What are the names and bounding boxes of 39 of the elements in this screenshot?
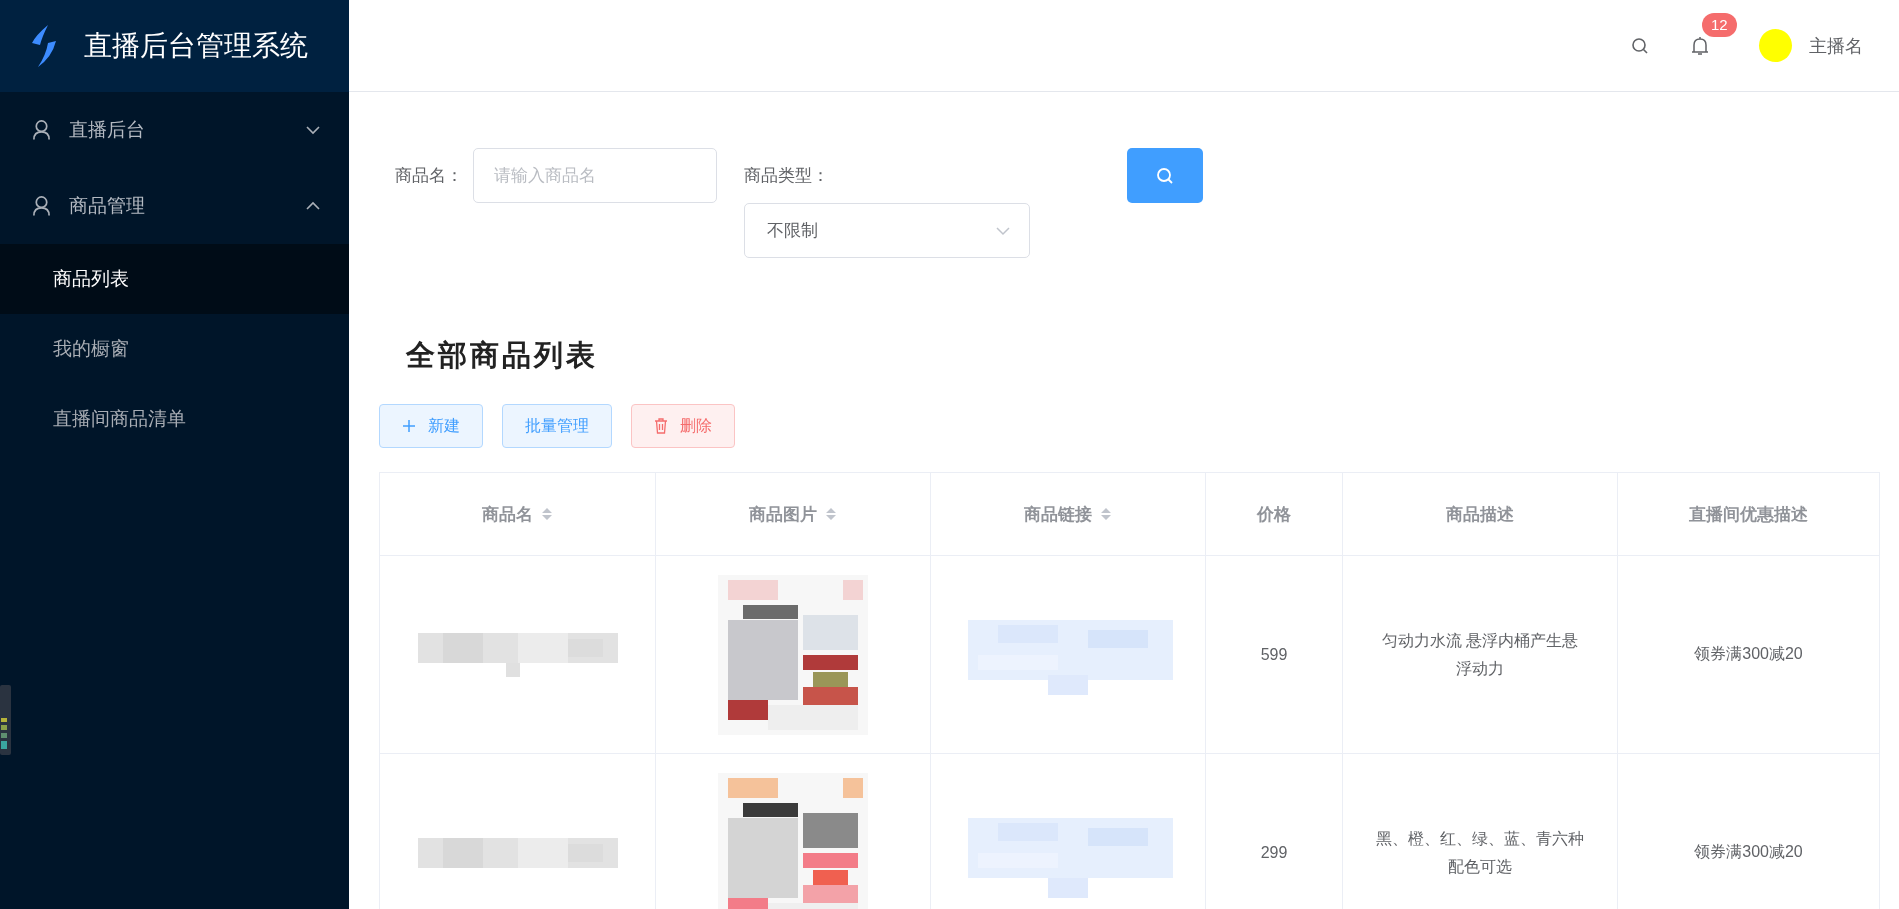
submenu-item[interactable]: 我的橱窗 — [0, 314, 349, 384]
type-select[interactable]: 不限制 — [744, 203, 1030, 258]
chevron-icon — [995, 224, 1011, 237]
plus-icon — [402, 418, 416, 434]
menu-item[interactable]: 直播后台 — [0, 92, 349, 168]
promotion-cell: 领券满300减20 — [1694, 645, 1803, 662]
column-header[interactable]: 商品链接 — [1024, 502, 1092, 526]
trash-icon — [654, 418, 668, 434]
column-header[interactable]: 商品名 — [482, 502, 533, 526]
field-label: 商品名： — [394, 165, 464, 187]
price-cell: 599 — [1260, 645, 1288, 663]
avatar[interactable] — [1759, 29, 1792, 62]
field-label: 商品类型： — [744, 165, 830, 187]
sort-icon[interactable] — [541, 507, 553, 521]
bell-icon[interactable] — [1690, 34, 1710, 57]
column-header[interactable]: 商品图片 — [749, 502, 817, 526]
submenu-item[interactable]: 直播间商品清单 — [0, 384, 349, 454]
app-title: 直播后台管理系统 — [84, 29, 308, 63]
search-button[interactable] — [1127, 148, 1203, 203]
column-header: 价格 — [1257, 503, 1291, 526]
column-header: 直播间优惠描述 — [1689, 503, 1808, 526]
submenu-item[interactable]: 商品列表 — [0, 244, 349, 314]
promotion-cell: 领券满300减20 — [1694, 843, 1803, 860]
sort-icon[interactable] — [825, 507, 837, 521]
meter-drawing — [0, 685, 11, 755]
chevron-icon — [305, 124, 321, 136]
description-cell-text: 匀动力水流 悬浮内桶产生悬浮动力 — [1380, 630, 1580, 679]
user-icon — [32, 119, 51, 141]
description-cell-text: 黑、橙、红、绿、蓝、青六种配色可选 — [1375, 828, 1585, 877]
price-cell: 299 — [1260, 843, 1288, 861]
section-title: 全部商品列表 — [406, 338, 599, 373]
menu-item[interactable]: 商品管理 — [0, 168, 349, 244]
product-name-input[interactable]: 请输入商品名 — [473, 148, 717, 203]
notification-badge: 12 — [1702, 12, 1737, 37]
user-name[interactable]: 主播名 — [1809, 33, 1863, 58]
chevron-icon — [305, 200, 321, 212]
user-icon — [32, 195, 51, 217]
column-header: 商品描述 — [1446, 503, 1514, 526]
sort-icon[interactable] — [1100, 507, 1112, 521]
